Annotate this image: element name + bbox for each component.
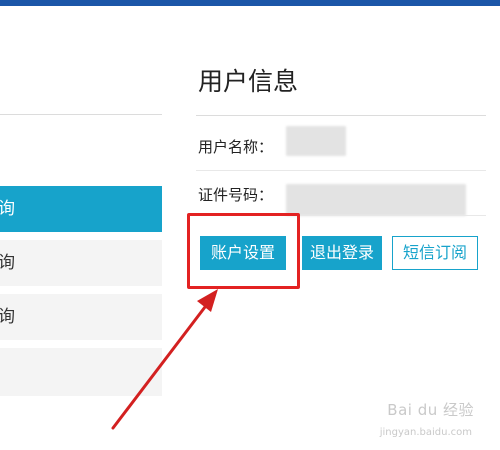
screen: 询 询 询 用户信息 用户名称： 证件号码： 账户设置 退出登录 短信订阅 Ba… (0, 0, 500, 450)
watermark-url: jingyan.baidu.com (379, 427, 472, 438)
watermark-logo: Bai du 经验 (387, 401, 474, 419)
annotation-arrow-icon (111, 289, 218, 430)
